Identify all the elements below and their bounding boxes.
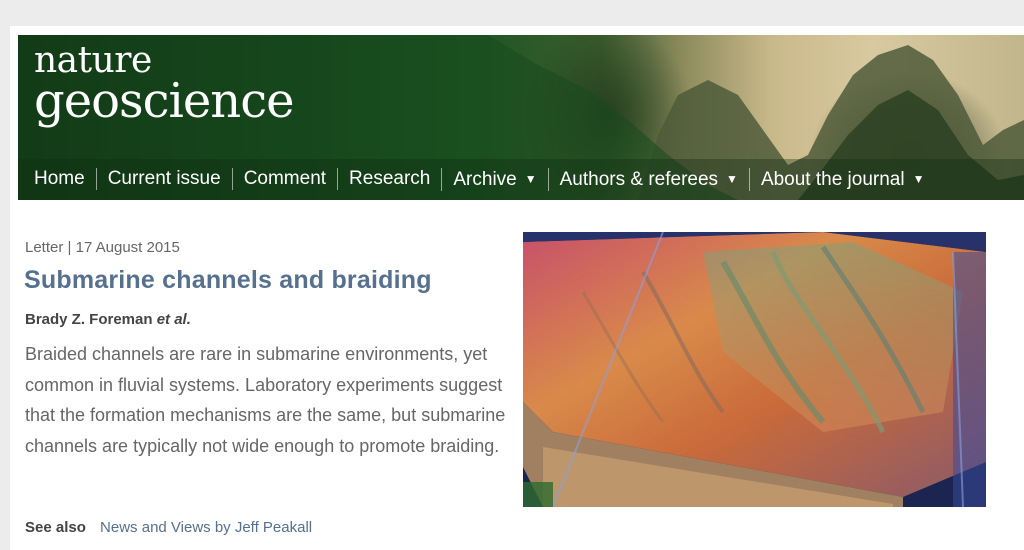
author-et-al: et al. [156,311,191,328]
nav-home-label: Home [34,168,85,189]
nav-archive-label: Archive [453,168,517,190]
see-also: See also News and Views by Jeff Peakall [25,519,312,536]
chevron-down-icon: ▼ [726,171,738,186]
main-nav: Home Current issue Comment Research Arch… [18,161,936,197]
article-summary: Braided channels are rare in submarine e… [25,344,506,456]
chevron-down-icon: ▼ [524,171,537,186]
article-authors: Brady Z. Foreman et al. [25,311,191,328]
nav-current-issue[interactable]: Current issue [95,168,232,190]
nav-about-journal[interactable]: About the journal ▼ [748,167,936,191]
meta-separator: | [67,239,72,256]
article-title[interactable]: Submarine channels and braiding [24,266,432,295]
logo-line-geoscience: geoscience [34,73,295,129]
nav-archive[interactable]: Archive ▼ [441,167,547,191]
nav-home[interactable]: Home [18,168,96,190]
nav-authors-referees-label: Authors & referees [559,168,719,190]
chevron-down-icon: ▼ [912,171,925,186]
nav-comment[interactable]: Comment [231,168,337,190]
author-name: Brady Z. Foreman [25,311,153,328]
braided-channel-photo [523,232,986,507]
journal-logo[interactable]: nature geoscience [34,43,295,129]
nav-about-journal-label: About the journal [760,168,905,190]
nav-research-label: Research [349,168,431,189]
article-date: 17 August 2015 [75,239,180,256]
nav-comment-label: Comment [243,168,327,189]
nav-current-issue-label: Current issue [107,168,221,189]
article-type: Letter [25,239,64,256]
article-meta: Letter | 17 August 2015 [25,239,180,256]
nav-authors-referees[interactable]: Authors & referees ▼ [547,167,749,191]
news-and-views-link[interactable]: News and Views by Jeff Peakall [100,519,312,536]
page: nature geoscience Home Current issue Com… [10,26,1024,550]
journal-banner: nature geoscience Home Current issue Com… [18,35,1024,200]
see-also-label: See also [25,519,86,536]
nav-research[interactable]: Research [337,168,441,190]
experiment-tank-image[interactable] [523,232,986,507]
